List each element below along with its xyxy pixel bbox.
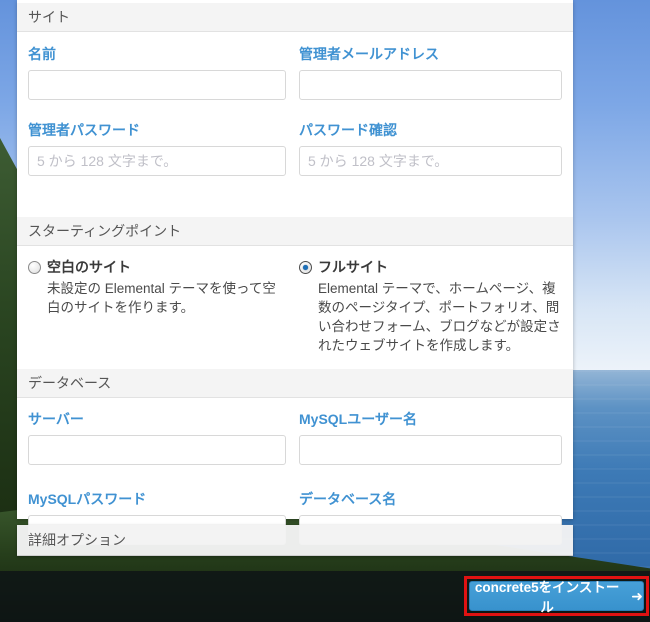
arrow-right-icon: ➜ bbox=[631, 588, 643, 605]
site-row-2: 管理者パスワード パスワード確認 bbox=[17, 100, 573, 176]
install-button-label: concrete5をインストール bbox=[470, 576, 624, 616]
db-name-label: データベース名 bbox=[299, 489, 562, 509]
advanced-options-label: 詳細オプション bbox=[28, 532, 126, 548]
site-row-1: 名前 管理者メールアドレス bbox=[17, 32, 573, 100]
site-name-input[interactable] bbox=[28, 70, 286, 100]
install-page: サイト 名前 管理者メールアドレス 管理者パスワード パスワード確認 スタ bbox=[0, 0, 650, 622]
red-highlight-box: concrete5をインストール ➜ bbox=[464, 576, 649, 616]
admin-email-label: 管理者メールアドレス bbox=[299, 44, 562, 64]
install-button[interactable]: concrete5をインストール ➜ bbox=[469, 581, 644, 611]
admin-email-input[interactable] bbox=[299, 70, 562, 100]
admin-password-label: 管理者パスワード bbox=[28, 120, 286, 140]
section-title-starting-point: スターティングポイント bbox=[28, 223, 181, 239]
option-blank-site: 空白のサイト 未設定の Elemental テーマを使って空白のサイトを作ります… bbox=[28, 257, 286, 355]
full-site-radio[interactable] bbox=[299, 261, 312, 274]
blank-site-radio[interactable] bbox=[28, 261, 41, 274]
full-site-label[interactable]: フルサイト bbox=[318, 257, 388, 277]
db-server-input[interactable] bbox=[28, 435, 286, 465]
starting-point-options: 空白のサイト 未設定の Elemental テーマを使って空白のサイトを作ります… bbox=[17, 257, 573, 355]
db-password-label: MySQLパスワード bbox=[28, 489, 286, 509]
password-confirm-input[interactable] bbox=[299, 146, 562, 176]
install-form-panel: サイト 名前 管理者メールアドレス 管理者パスワード パスワード確認 スタ bbox=[17, 0, 573, 519]
blank-site-description: 未設定の Elemental テーマを使って空白のサイトを作ります。 bbox=[28, 279, 286, 317]
site-name-label: 名前 bbox=[28, 44, 286, 64]
password-confirm-label: パスワード確認 bbox=[299, 120, 562, 140]
db-username-input[interactable] bbox=[299, 435, 562, 465]
db-username-label: MySQLユーザー名 bbox=[299, 409, 562, 429]
section-header-database: データベース bbox=[17, 369, 573, 398]
db-server-label: サーバー bbox=[28, 409, 286, 429]
section-title-database: データベース bbox=[28, 375, 111, 391]
section-title-site: サイト bbox=[28, 9, 70, 25]
option-full-site: フルサイト Elemental テーマで、ホームページ、複数のページタイプ、ポー… bbox=[299, 257, 562, 355]
database-row-1: サーバー MySQLユーザー名 bbox=[17, 398, 573, 465]
blank-site-label[interactable]: 空白のサイト bbox=[47, 257, 131, 277]
section-header-starting-point: スターティングポイント bbox=[17, 217, 573, 246]
section-header-site: サイト bbox=[17, 3, 573, 32]
full-site-description: Elemental テーマで、ホームページ、複数のページタイプ、ポートフォリオ、… bbox=[299, 279, 562, 355]
admin-password-input[interactable] bbox=[28, 146, 286, 176]
advanced-options-bar[interactable]: 詳細オプション bbox=[17, 525, 573, 556]
